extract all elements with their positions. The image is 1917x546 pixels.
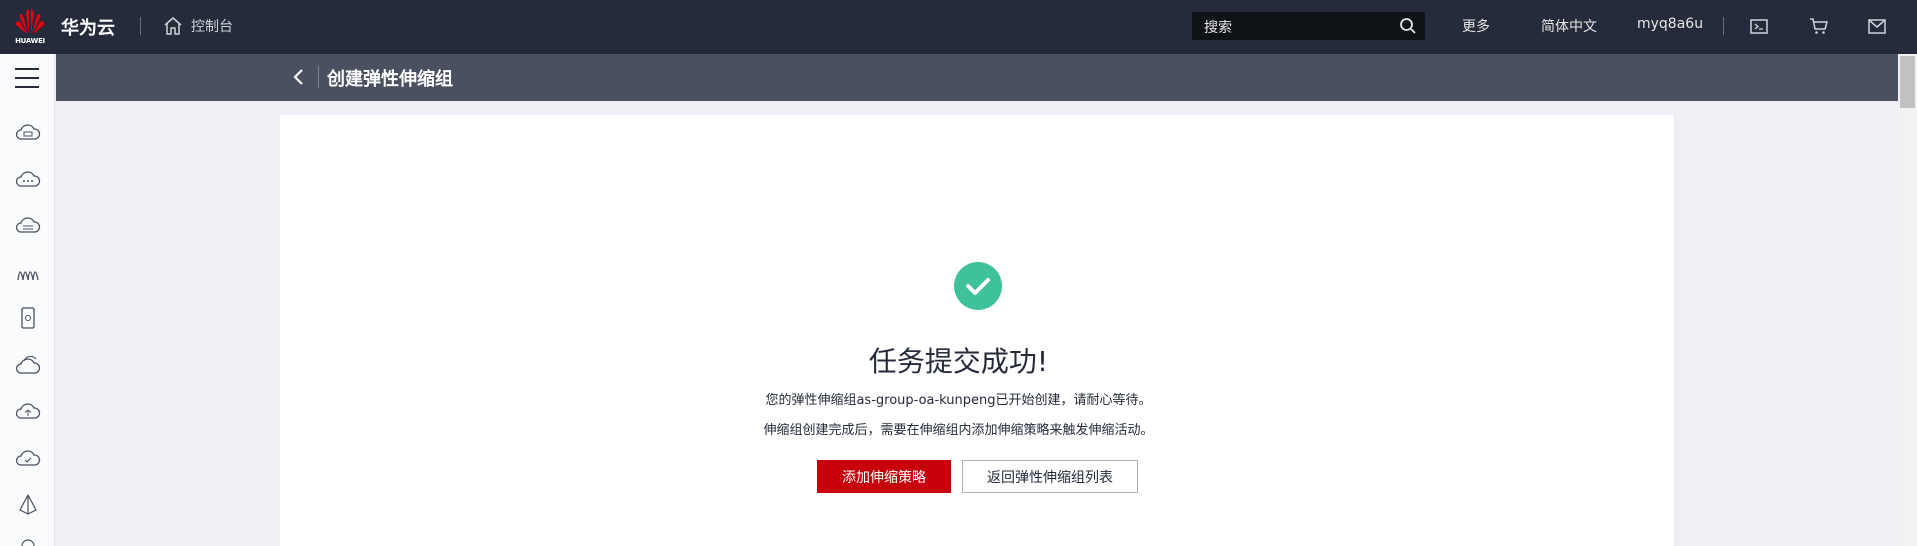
divider [318, 66, 319, 88]
scrollbar-thumb[interactable] [1900, 56, 1915, 108]
success-title: 任务提交成功! [868, 345, 1049, 378]
divider [1723, 17, 1724, 35]
add-policy-button[interactable]: 添加伸缩策略 [817, 460, 951, 493]
cloud-grid-icon[interactable] [14, 213, 42, 237]
cloud-check-icon[interactable] [14, 446, 42, 470]
terminal-icon[interactable] [1748, 15, 1770, 37]
top-navbar: HUAWEI 华为云 控制台 搜索 更多 简体中文 myq8a6u [0, 0, 1917, 54]
console-link[interactable]: 控制台 [163, 14, 233, 38]
more-menu[interactable]: 更多 [1462, 16, 1490, 36]
cloud-dots-icon[interactable] [14, 167, 42, 191]
menu-icon[interactable] [15, 68, 39, 90]
back-to-list-button[interactable]: 返回弹性伸缩组列表 [962, 460, 1138, 493]
huawei-petals-icon [15, 9, 45, 34]
page-header: 创建弹性伸缩组 [56, 54, 1898, 101]
partial-icon[interactable] [14, 534, 42, 546]
search-icon[interactable] [1399, 17, 1417, 35]
divider [140, 17, 141, 35]
back-icon[interactable] [288, 66, 310, 88]
search-placeholder: 搜索 [1204, 20, 1232, 36]
brand-name[interactable]: 华为云 [61, 14, 115, 40]
search-input[interactable]: 搜索 [1192, 12, 1425, 40]
scrollbar[interactable] [1898, 54, 1917, 546]
cart-icon[interactable] [1808, 15, 1830, 37]
console-label: 控制台 [191, 19, 233, 35]
pyramid-icon[interactable] [14, 492, 42, 516]
wave-icon[interactable] [14, 260, 42, 284]
cloud-server-icon[interactable] [14, 120, 42, 144]
next-step-message: 伸缩组创建完成后，需要在伸缩组内添加伸缩策略来触发伸缩活动。 [763, 423, 1154, 438]
huawei-logo[interactable]: HUAWEI [10, 6, 50, 48]
logo-text: HUAWEI [15, 37, 45, 45]
success-icon [954, 262, 1002, 310]
home-icon [164, 17, 182, 35]
device-icon[interactable] [14, 306, 42, 330]
user-menu[interactable]: myq8a6u [1637, 16, 1703, 32]
page-title: 创建弹性伸缩组 [327, 69, 453, 90]
success-message: 您的弹性伸缩组as-group-oa-kunpeng已开始创建，请耐心等待。 [765, 393, 1152, 408]
service-sidebar [0, 54, 55, 546]
language-switch[interactable]: 简体中文 [1541, 16, 1597, 36]
mail-icon[interactable] [1866, 15, 1888, 37]
